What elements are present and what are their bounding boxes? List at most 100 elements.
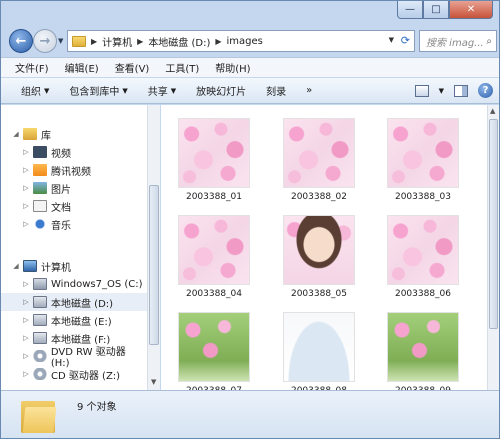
scrollbar-thumb[interactable] [149,185,159,345]
file-name: 2003388_06 [394,289,452,299]
expand-icon[interactable]: ▷ [21,280,31,288]
expand-icon[interactable]: ▷ [21,298,31,306]
tree-item-drive-e[interactable]: ▷ 本地磁盘 (E:) [1,311,147,329]
refresh-icon[interactable]: ⟳ [401,34,410,47]
slideshow-button[interactable]: 放映幻灯片 [196,83,246,98]
breadcrumb-drive-d[interactable]: 本地磁盘 (D:) [148,34,210,49]
tree-item-pictures[interactable]: ▷ 图片 [1,179,147,197]
tree-item-drive-d[interactable]: ▷ 本地磁盘 (D:) [1,293,147,311]
menu-file[interactable]: 文件(F) [15,60,49,75]
expand-icon[interactable]: ▷ [21,334,31,342]
file-item[interactable]: 2003388_01 [169,118,259,202]
image-thumbnail[interactable] [178,118,250,188]
history-dropdown-icon[interactable]: ▼ [58,37,63,45]
tree-item-drive-z[interactable]: ▷ CD 驱动器 (Z:) [1,365,147,383]
menu-tools[interactable]: 工具(T) [165,60,199,75]
file-item[interactable]: 2003388_03 [378,118,468,202]
tree-computer[interactable]: ◢ 计算机 [1,257,147,275]
help-icon[interactable]: ? [478,83,493,98]
minimize-button[interactable]: — [397,1,423,19]
maximize-button[interactable]: □ [423,1,449,19]
address-dropdown-icon[interactable]: ▼ [389,36,394,44]
image-thumbnail[interactable] [283,118,355,188]
image-thumbnail[interactable] [178,215,250,285]
breadcrumb-computer[interactable]: 计算机 [102,34,132,49]
navigation-scrollbar[interactable]: ▼ [147,105,160,390]
explorer-window: — □ ✕ ← → ▼ ▶ 计算机 ▶ 本地磁盘 (D:) ▶ images ▼… [0,0,500,439]
close-button[interactable]: ✕ [449,1,493,19]
computer-icon [23,260,37,272]
file-item[interactable]: 2003388_04 [169,215,259,299]
burn-button[interactable]: 刻录 [266,83,286,98]
file-name: 2003388_04 [185,289,243,299]
change-view-icon[interactable] [414,84,429,97]
collapse-icon[interactable]: ◢ [11,262,21,270]
search-input[interactable]: 搜索 imag... ⌕ [419,30,497,52]
expand-icon[interactable]: ▷ [21,184,31,192]
breadcrumb-images[interactable]: images [227,36,263,47]
expand-icon[interactable]: ▷ [21,166,31,174]
view-dropdown-icon[interactable]: ▼ [439,87,444,95]
scroll-up-icon[interactable]: ▲ [490,107,495,115]
menu-view[interactable]: 查看(V) [115,60,150,75]
image-thumbnail[interactable] [387,118,459,188]
expand-icon[interactable]: ▷ [21,148,31,156]
chevron-right-icon[interactable]: ▶ [91,37,97,46]
tree-item-drive-h[interactable]: ▷ DVD RW 驱动器 (H:) [1,347,147,369]
file-name: 2003388_01 [185,192,243,202]
image-thumbnail[interactable] [178,312,250,382]
menu-help[interactable]: 帮助(H) [215,60,250,75]
tree-item-music[interactable]: ▷ 音乐 [1,215,147,233]
include-in-library-button[interactable]: 包含到库中 ▼ [69,83,127,99]
expand-icon[interactable]: ▷ [21,370,31,378]
tree-item-label: Windows7_OS (C:) [51,278,143,290]
menu-edit[interactable]: 编辑(E) [65,60,99,75]
hard-drive-icon [33,296,47,308]
organize-button[interactable]: 组织 ▼ [21,83,49,99]
expand-icon[interactable]: ▷ [21,316,31,324]
file-item[interactable]: 2003388_06 [378,215,468,299]
more-label: » [306,85,313,96]
command-bar-right: ▼ ? [414,83,493,98]
file-item[interactable]: 2003388_09 [378,312,468,390]
collapse-icon[interactable]: ◢ [11,130,21,138]
file-item[interactable]: 2003388_08 [274,312,364,390]
forward-button[interactable]: → [33,29,57,53]
expand-icon[interactable]: ▷ [21,220,31,228]
more-commands-button[interactable]: » [306,85,312,96]
back-button[interactable]: ← [9,29,33,53]
tree-item-label: 文档 [51,202,71,214]
image-thumbnail[interactable] [387,312,459,382]
chevron-right-icon[interactable]: ▶ [137,37,143,46]
navigation-row: ← → ▼ ▶ 计算机 ▶ 本地磁盘 (D:) ▶ images ▼ ⟳ 搜索 … [1,27,499,55]
tree-item-tencent-video[interactable]: ▷ 腾讯视频 [1,161,147,179]
content-scrollbar[interactable]: ▲ [487,105,499,390]
expand-icon[interactable]: ▷ [21,202,31,210]
dvd-drive-icon [32,350,47,362]
preview-pane-icon[interactable] [454,84,468,97]
scrollbar-thumb[interactable] [489,119,498,329]
share-label: 共享 [147,87,168,98]
caption-buttons: — □ ✕ [397,1,493,19]
image-thumbnail[interactable] [387,215,459,285]
image-thumbnail[interactable] [283,215,355,285]
tree-item-documents[interactable]: ▷ 文档 [1,197,147,215]
file-item[interactable]: 2003388_07 [169,312,259,390]
address-bar[interactable]: ▶ 计算机 ▶ 本地磁盘 (D:) ▶ images ▼ ⟳ [67,30,415,52]
search-icon[interactable]: ⌕ [486,36,492,47]
tree-item-label: 本地磁盘 (D:) [51,298,114,310]
tree-item-label: 本地磁盘 (E:) [51,316,112,328]
image-thumbnail[interactable] [283,312,355,382]
scroll-down-icon[interactable]: ▼ [151,378,156,386]
chevron-right-icon[interactable]: ▶ [215,37,221,46]
file-item[interactable]: 2003388_05 [274,215,364,299]
expand-icon[interactable]: ▷ [21,352,31,360]
title-bar: — □ ✕ [1,1,499,25]
arrow-right-icon: → [39,33,51,49]
tree-item-drive-c[interactable]: ▷ Windows7_OS (C:) [1,275,147,293]
share-button[interactable]: 共享 ▼ [147,83,176,99]
file-item[interactable]: 2003388_02 [274,118,364,202]
tree-item-label: 腾讯视频 [51,166,91,178]
tree-library[interactable]: ◢ 库 [1,125,147,143]
tree-item-videos[interactable]: ▷ 视频 [1,143,147,161]
